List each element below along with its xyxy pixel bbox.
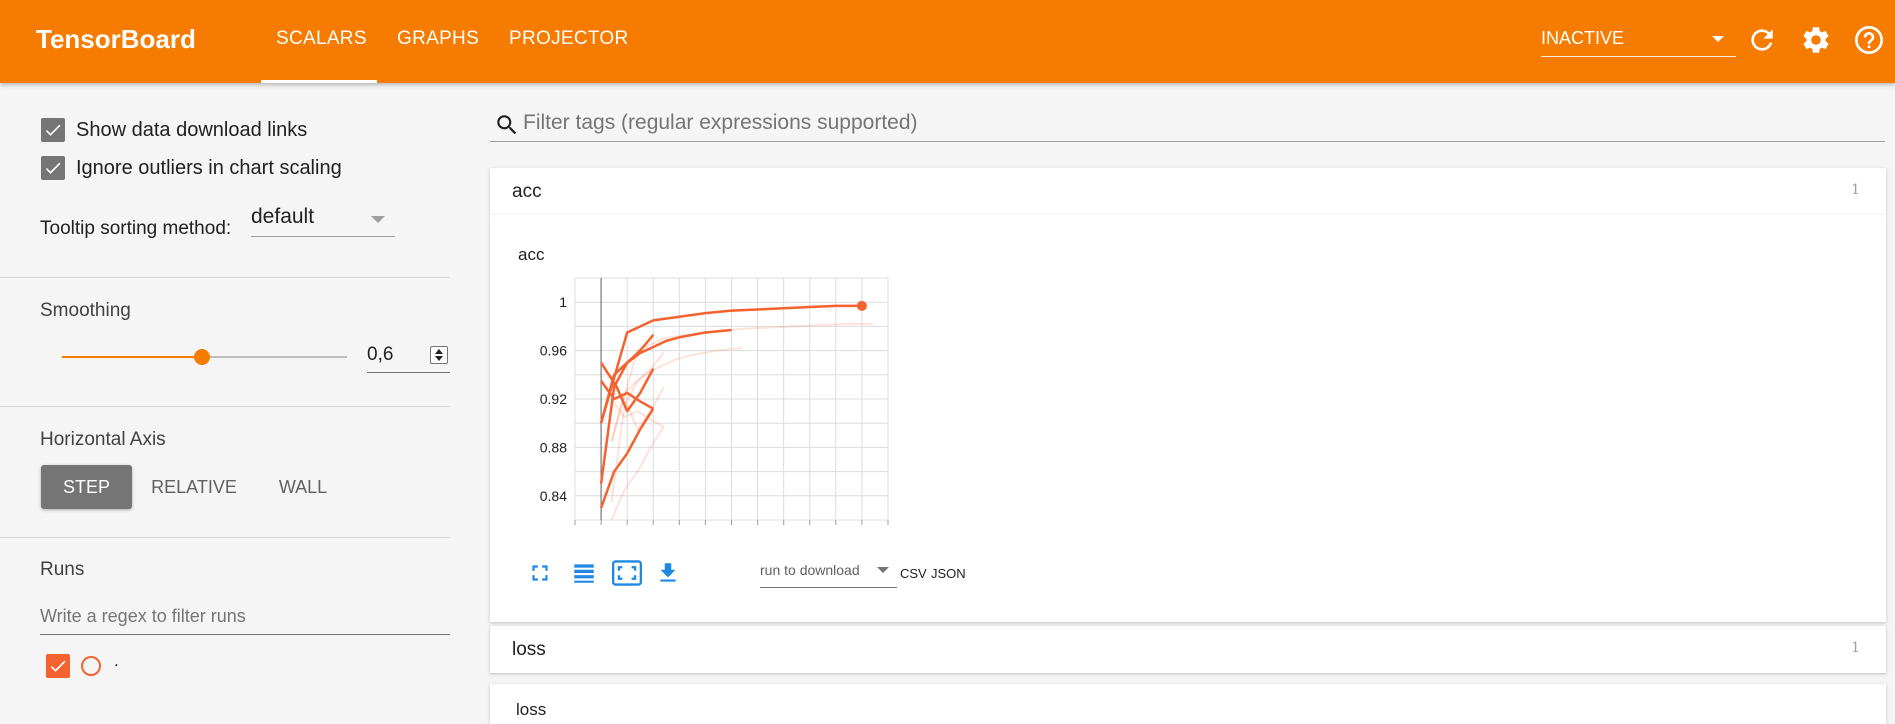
category-header-loss[interactable]: loss 1 — [490, 626, 1886, 673]
tooltip-sorting-dropdown[interactable]: default — [251, 203, 395, 237]
tab-scalars[interactable]: SCALARS — [276, 28, 367, 50]
fit-domain-icon[interactable] — [612, 560, 642, 586]
checkmark-icon — [45, 124, 61, 136]
runs-filter-input[interactable]: Write a regex to filter runs — [40, 601, 450, 635]
card-title: loss — [516, 700, 547, 719]
download-json-link[interactable]: JSON — [931, 566, 966, 581]
divider — [0, 537, 450, 538]
chart-y-tick-label: 0.84 — [540, 488, 567, 504]
chart-y-tick-label: 0.88 — [540, 439, 567, 455]
category-count: 1 — [1851, 640, 1860, 656]
smoothing-slider-fill — [62, 356, 203, 358]
chevron-down-icon — [1712, 36, 1724, 42]
axis-relative-button[interactable]: RELATIVE — [144, 465, 244, 509]
checkmark-icon — [45, 162, 61, 174]
top-app-bar: TensorBoard SCALARS GRAPHS PROJECTOR INA… — [0, 0, 1895, 83]
ignore-outliers-checkbox[interactable] — [41, 156, 65, 180]
app-title: TensorBoard — [36, 24, 196, 54]
chevron-down-icon — [877, 567, 889, 573]
checkmark-icon — [50, 660, 66, 672]
axis-step-button[interactable]: STEP — [41, 465, 132, 509]
chart-y-tick-label: 0.96 — [540, 343, 567, 359]
tab-projector[interactable]: PROJECTOR — [509, 28, 629, 50]
ignore-outliers-label: Ignore outliers in chart scaling — [76, 157, 342, 179]
run-color-radio[interactable] — [81, 656, 101, 676]
chart-series-raw-line — [610, 322, 873, 442]
scalar-card-acc: acc 1 0.96 0.92 0.88 0.84 run to download CS… — [490, 215, 1886, 622]
refresh-icon[interactable] — [1746, 24, 1778, 56]
run-checkbox[interactable] — [46, 654, 70, 678]
smoothing-value: 0,6 — [367, 344, 394, 365]
divider — [0, 277, 450, 278]
plugin-selector-dropdown[interactable]: INACTIVE — [1541, 22, 1736, 57]
show-download-links-label: Show data download links — [76, 119, 308, 141]
search-icon — [497, 115, 517, 135]
chart-y-tick-label: 0.92 — [540, 391, 567, 407]
run-to-download-label: run to download — [760, 562, 860, 578]
help-icon[interactable] — [1853, 24, 1885, 56]
fullscreen-icon[interactable] — [527, 560, 553, 586]
download-csv-link[interactable]: CSV — [900, 566, 927, 581]
chevron-down-icon — [371, 216, 385, 223]
tag-filter-input[interactable]: Filter tags (regular expressions support… — [523, 111, 918, 135]
tooltip-sorting-value: default — [251, 205, 315, 228]
smoothing-input[interactable]: 0,6 — [367, 340, 450, 373]
plugin-selector-value: INACTIVE — [1541, 28, 1625, 48]
run-name: . — [114, 651, 119, 670]
category-count: 1 — [1851, 182, 1860, 198]
run-to-download-dropdown[interactable]: run to download — [760, 558, 897, 588]
log-scale-icon[interactable] — [570, 560, 598, 586]
show-download-links-checkbox[interactable] — [41, 118, 65, 142]
chart-highlight-point — [856, 300, 867, 311]
smoothing-slider[interactable] — [62, 349, 347, 365]
tab-graphs[interactable]: GRAPHS — [397, 28, 479, 50]
divider — [0, 406, 450, 407]
smoothing-slider-knob[interactable] — [194, 349, 211, 365]
tooltip-sorting-label: Tooltip sorting method: — [40, 218, 232, 239]
scalar-card-loss: loss — [490, 684, 1886, 724]
download-icon[interactable] — [655, 560, 681, 586]
category-title: loss — [512, 639, 546, 660]
active-tab-indicator — [261, 80, 377, 83]
sidebar: Show data download links Ignore outliers… — [0, 83, 450, 710]
runs-label: Runs — [40, 559, 85, 580]
card-title: acc — [518, 245, 545, 264]
settings-icon[interactable] — [1800, 24, 1832, 56]
chart-y-tick-label: 1 — [559, 294, 567, 310]
tag-filter-underline — [490, 141, 1885, 142]
axis-wall-button[interactable]: WALL — [266, 465, 340, 509]
smoothing-label: Smoothing — [40, 300, 131, 321]
category-header-acc[interactable]: acc 1 — [490, 168, 1886, 215]
horizontal-axis-label: Horizontal Axis — [40, 429, 166, 450]
spinner-arrows-icon[interactable] — [430, 346, 448, 364]
category-title: acc — [512, 181, 542, 202]
acc-line-chart[interactable]: 1 0.96 0.92 0.88 0.84 — [510, 270, 970, 550]
